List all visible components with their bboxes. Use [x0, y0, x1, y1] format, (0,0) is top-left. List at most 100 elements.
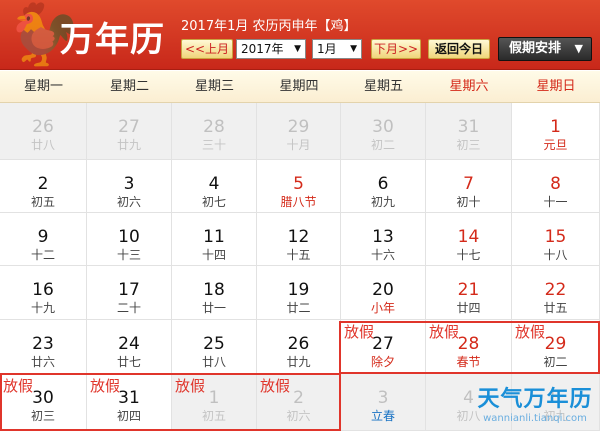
holiday-schedule-label: 假期安排: [509, 41, 562, 56]
calendar-day-cell[interactable]: 放假 28 春节: [426, 320, 512, 374]
holiday-off-tag: 放假: [175, 377, 206, 395]
lunar-date: 廿二: [286, 301, 311, 315]
lunar-date: 春节: [456, 355, 481, 369]
lunar-date: 廿五: [543, 301, 568, 315]
calendar-day-cell[interactable]: 13 十六: [341, 213, 426, 266]
lunar-date: 十月: [286, 138, 311, 152]
day-number: 1: [550, 117, 561, 137]
calendar-day-cell[interactable]: 24 廿七: [87, 320, 172, 374]
holiday-schedule-dropdown[interactable]: 假期安排 ▼: [498, 37, 592, 61]
day-number: 2: [37, 174, 49, 194]
year-select[interactable]: 2017年 ▼: [236, 39, 306, 59]
prev-month-button[interactable]: <<上月: [181, 39, 233, 59]
calendar-day-cell[interactable]: 放假 27 除夕: [341, 320, 426, 374]
calendar-day-cell[interactable]: 9 十二: [0, 213, 87, 266]
next-month-button[interactable]: 下月>>: [371, 39, 421, 59]
calendar-day-cell[interactable]: 30 初二: [341, 103, 426, 160]
day-number: 20: [372, 280, 394, 300]
calendar-day-cell[interactable]: 19 廿二: [257, 266, 341, 320]
weekday-label: 星期六: [449, 79, 489, 94]
lunar-date: 初六: [116, 195, 141, 209]
day-number: 31: [457, 117, 480, 137]
holiday-off-tag: 放假: [429, 323, 460, 341]
calendar-day-cell[interactable]: 12 十五: [257, 213, 341, 266]
lunar-date: 廿一: [201, 301, 226, 315]
lunar-date: 廿七: [116, 355, 141, 369]
calendar-day-cell[interactable]: 5 腊八节: [257, 160, 341, 213]
calendar-day-cell[interactable]: 26 廿八: [0, 103, 87, 160]
day-number: 3: [123, 174, 135, 194]
lunar-date: 初九: [370, 195, 395, 209]
lunar-date: 初二: [543, 355, 568, 369]
calendar-day-cell[interactable]: 放假 30 初三: [0, 374, 87, 431]
calendar-day-cell[interactable]: 22 廿五: [512, 266, 600, 320]
lunar-year-info: 2017年1月 农历丙申年【鸡】: [181, 19, 357, 34]
year-select-value: 2017年: [241, 42, 284, 56]
calendar-day-cell[interactable]: 7 初十: [426, 160, 512, 213]
day-number: 3: [377, 388, 389, 408]
day-number: 27: [118, 117, 140, 137]
day-number: 30: [372, 117, 394, 137]
calendar-day-cell[interactable]: 1 元旦: [512, 103, 600, 160]
day-number: 7: [463, 174, 474, 194]
calendar-day-cell[interactable]: 23 廿六: [0, 320, 87, 374]
lunar-date: 十一: [543, 195, 568, 209]
day-number: 17: [118, 280, 140, 300]
day-number: 12: [287, 227, 310, 247]
lunar-date: 初五: [201, 409, 226, 423]
chevron-down-icon: ▼: [574, 42, 583, 55]
calendar-day-cell[interactable]: 17 二十: [87, 266, 172, 320]
day-number: 14: [457, 227, 480, 247]
calendar-day-cell[interactable]: 20 小年: [341, 266, 426, 320]
day-number: 11: [203, 227, 225, 247]
weekday-label: 星期四: [279, 79, 319, 94]
day-number: 29: [287, 117, 310, 137]
lunar-date: 立春: [370, 409, 395, 423]
weekday-label: 星期一: [23, 79, 63, 94]
calendar-day-cell[interactable]: 3 初六: [87, 160, 172, 213]
calendar-day-cell[interactable]: 25 廿八: [172, 320, 257, 374]
calendar-day-cell[interactable]: 21 廿四: [426, 266, 512, 320]
lunar-date: 初四: [116, 409, 141, 423]
calendar-day-cell[interactable]: 28 三十: [172, 103, 257, 160]
month-select[interactable]: 1月 ▼: [312, 39, 362, 59]
calendar-day-cell[interactable]: 26 廿九: [257, 320, 341, 374]
day-number: 9: [37, 227, 49, 247]
calendar-day-cell[interactable]: 18 廿一: [172, 266, 257, 320]
calendar-day-cell[interactable]: 放假 31 初四: [87, 374, 172, 431]
calendar-day-cell[interactable]: 2 初五: [0, 160, 87, 213]
calendar-day-cell[interactable]: 6 初九: [341, 160, 426, 213]
lunar-date: 元旦: [543, 138, 568, 152]
lunar-date: 廿九: [286, 355, 311, 369]
day-number: 6: [377, 174, 389, 194]
calendar-day-cell[interactable]: 8 十一: [512, 160, 600, 213]
calendar-day-cell[interactable]: 3 立春: [341, 374, 426, 431]
lunar-date: 廿四: [456, 301, 481, 315]
lunar-date: 除夕: [370, 355, 395, 369]
weekday-label: 星期二: [109, 79, 149, 94]
lunar-date: 十三: [116, 248, 141, 262]
lunar-date: 廿八: [201, 355, 226, 369]
day-number: 10: [118, 227, 140, 247]
calendar-day-cell[interactable]: 14 十七: [426, 213, 512, 266]
lunar-date: 十八: [543, 248, 568, 262]
holiday-off-tag: 放假: [515, 323, 546, 341]
lunar-date: 二十: [116, 301, 141, 315]
day-number: 8: [550, 174, 561, 194]
calendar-day-cell[interactable]: 16 十九: [0, 266, 87, 320]
calendar-day-cell[interactable]: 放假 29 初二: [512, 320, 600, 374]
lunar-date: 腊八节: [280, 195, 317, 209]
calendar-day-cell[interactable]: 4 初七: [172, 160, 257, 213]
calendar-day-cell[interactable]: 11 十四: [172, 213, 257, 266]
calendar-day-cell[interactable]: 29 十月: [257, 103, 341, 160]
calendar-day-cell[interactable]: 放假 2 初六: [257, 374, 341, 431]
calendar-day-cell[interactable]: 放假 1 初五: [172, 374, 257, 431]
calendar-day-cell[interactable]: 15 十八: [512, 213, 600, 266]
calendar-day-cell[interactable]: 10 十三: [87, 213, 172, 266]
calendar-day-cell[interactable]: 27 廿九: [87, 103, 172, 160]
day-number: 16: [32, 280, 54, 300]
calendar-day-cell[interactable]: 31 初三: [426, 103, 512, 160]
month-select-arrow-icon: ▼: [350, 44, 357, 54]
lunar-date: 初六: [286, 409, 311, 423]
return-today-button[interactable]: 返回今日: [428, 39, 490, 59]
